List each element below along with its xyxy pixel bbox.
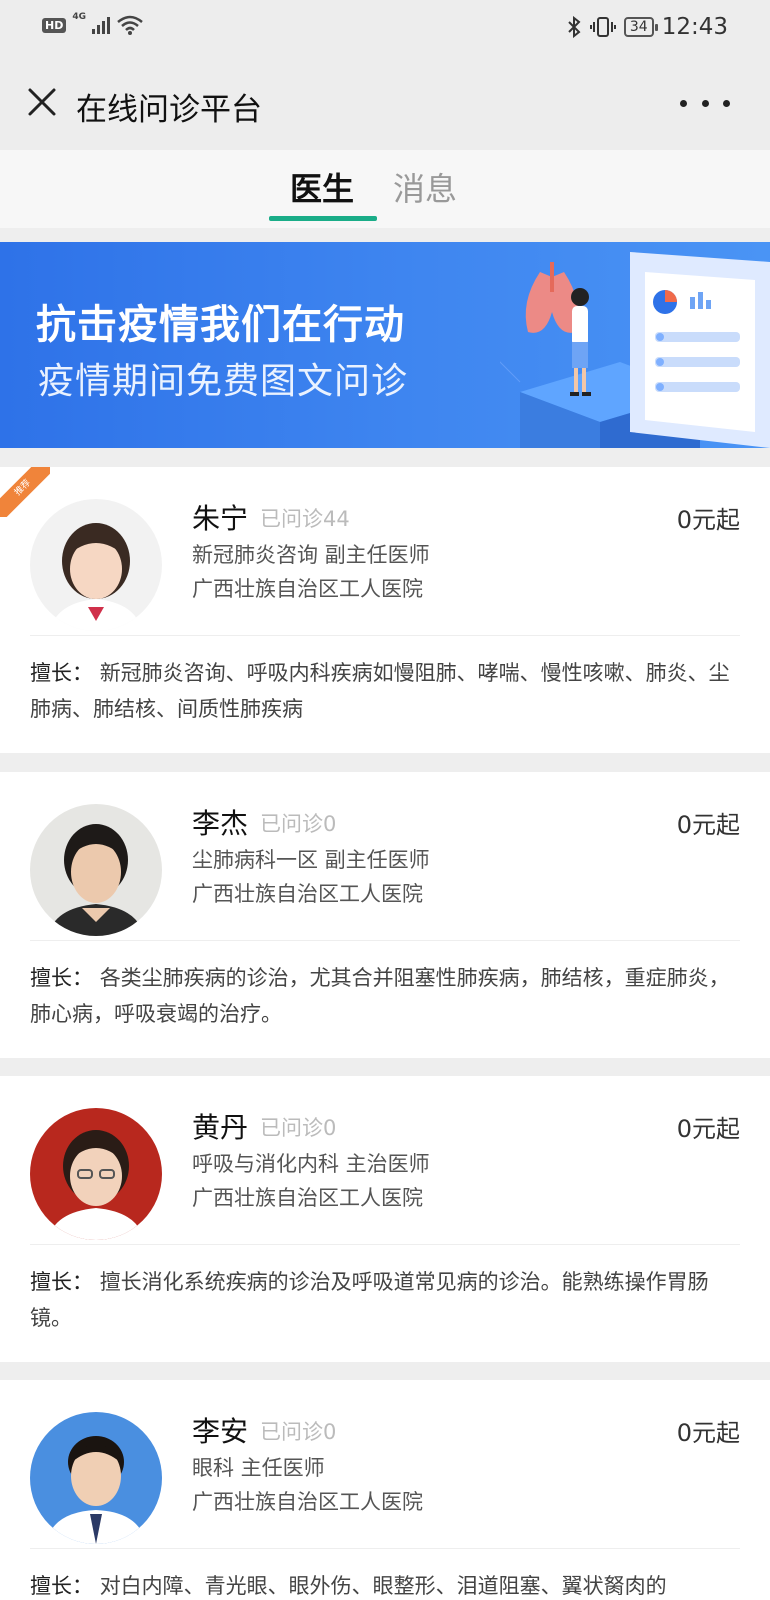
specialty-text: 各类尘肺疾病的诊治，尤其合并阻塞性肺疾病，肺结核，重症肺炎，肺心病，呼吸衰竭的治…	[30, 966, 730, 1026]
doctor-hospital: 广西壮族自治区工人医院	[192, 577, 423, 601]
doctor-name: 李安	[192, 1415, 249, 1448]
banner-subtitle: 疫情期间免费图文问诊	[38, 361, 409, 402]
specialty-text: 新冠肺炎咨询、呼吸内科疾病如慢阻肺、哮喘、慢性咳嗽、肺炎、尘肺病、肺结核、间质性…	[30, 661, 730, 721]
doctor-name: 李杰	[192, 807, 249, 840]
doctor-hospital: 广西壮族自治区工人医院	[192, 1490, 423, 1514]
tab-messages[interactable]: 消息	[393, 164, 457, 210]
specialty-label: 擅长：	[30, 966, 93, 990]
doctor-specialty: 擅长： 新冠肺炎咨询、呼吸内科疾病如慢阻肺、哮喘、慢性咳嗽、肺炎、尘肺病、肺结核…	[30, 655, 740, 727]
divider	[30, 1548, 740, 1549]
battery-icon: 34	[623, 17, 658, 37]
consult-count: 已问诊44	[260, 507, 350, 531]
bluetooth-icon	[568, 16, 581, 38]
signal-icon	[92, 16, 110, 34]
banner-illustration	[500, 252, 770, 448]
close-icon	[28, 88, 56, 116]
doctor-avatar[interactable]	[30, 499, 162, 631]
tab-doctors[interactable]: 医生	[290, 164, 354, 210]
doctor-department: 呼吸与消化内科 主治医师	[192, 1152, 430, 1176]
specialty-text: 擅长消化系统疾病的诊治及呼吸道常见病的诊治。能熟练操作胃肠镜。	[30, 1270, 709, 1330]
consult-price: 0元起	[676, 811, 740, 839]
wifi-icon	[117, 15, 143, 35]
doctor-card[interactable]: 李安 已问诊0 0元起 眼科 主任医师 广西壮族自治区工人医院 擅长： 对白内障…	[0, 1380, 770, 1600]
doctor-card[interactable]: 黄丹 已问诊0 0元起 呼吸与消化内科 主治医师 广西壮族自治区工人医院 擅长：…	[0, 1076, 770, 1362]
tab-bar: 医生 消息	[0, 150, 770, 228]
doctor-specialty: 擅长： 对白内障、青光眼、眼外伤、眼整形、泪道阻塞、翼状胬肉的	[30, 1568, 740, 1600]
hd-indicator: HD	[42, 17, 67, 33]
active-tab-indicator	[269, 216, 377, 221]
doctor-department: 尘肺病科一区 副主任医师	[192, 848, 430, 872]
title-bar: 在线问诊平台	[0, 56, 770, 150]
clock: 12:43	[661, 14, 728, 40]
consult-price: 0元起	[676, 1115, 740, 1143]
specialty-text: 对白内障、青光眼、眼外伤、眼整形、泪道阻塞、翼状胬肉的	[99, 1574, 667, 1598]
close-button[interactable]	[20, 80, 64, 124]
doctor-hospital: 广西壮族自治区工人医院	[192, 1186, 423, 1210]
doctor-avatar[interactable]	[30, 1412, 162, 1544]
vibrate-icon	[589, 17, 616, 37]
doctor-department: 眼科 主任医师	[192, 1456, 325, 1480]
specialty-label: 擅长：	[30, 1270, 93, 1294]
network-type: 4G	[72, 12, 86, 22]
promo-banner[interactable]: 抗击疫情我们在行动 疫情期间免费图文问诊	[0, 242, 770, 448]
consult-count: 已问诊0	[260, 1420, 337, 1444]
doctor-specialty: 擅长： 擅长消化系统疾病的诊治及呼吸道常见病的诊治。能熟练操作胃肠镜。	[30, 1264, 740, 1336]
doctor-avatar[interactable]	[30, 804, 162, 936]
banner-title: 抗击疫情我们在行动	[36, 302, 405, 348]
doctor-avatar[interactable]	[30, 1108, 162, 1240]
doctor-card[interactable]: 推荐 朱宁 已问诊44 0元起 新冠肺炎咨询 副主任医师 广西壮族自治区工人医院…	[0, 467, 770, 753]
more-dot-icon	[723, 99, 730, 107]
specialty-label: 擅长：	[30, 1574, 93, 1598]
divider	[30, 635, 740, 636]
doctor-department: 新冠肺炎咨询 副主任医师	[192, 543, 430, 567]
doctor-name: 黄丹	[192, 1111, 249, 1144]
more-dot-icon	[701, 99, 709, 107]
divider	[30, 1244, 740, 1245]
recommended-badge: 推荐	[0, 467, 50, 517]
consult-count: 已问诊0	[260, 812, 337, 836]
doctor-hospital: 广西壮族自治区工人医院	[192, 882, 423, 906]
more-dot-icon	[680, 99, 687, 107]
status-right: 34 12:43	[566, 14, 728, 40]
status-left: HD 4G	[42, 12, 144, 36]
status-bar: HD 4G 34 12:43	[0, 0, 770, 56]
consult-price: 0元起	[676, 506, 740, 534]
doctor-specialty: 擅长： 各类尘肺疾病的诊治，尤其合并阻塞性肺疾病，肺结核，重症肺炎，肺心病，呼吸…	[30, 960, 740, 1032]
more-options-button[interactable]	[680, 86, 730, 120]
consult-price: 0元起	[676, 1419, 740, 1447]
consult-count: 已问诊0	[260, 1116, 337, 1140]
doctor-name: 朱宁	[192, 502, 249, 535]
doctor-card[interactable]: 李杰 已问诊0 0元起 尘肺病科一区 副主任医师 广西壮族自治区工人医院 擅长：…	[0, 772, 770, 1058]
divider	[30, 940, 740, 941]
specialty-label: 擅长：	[30, 661, 93, 685]
page-title: 在线问诊平台	[76, 92, 262, 128]
